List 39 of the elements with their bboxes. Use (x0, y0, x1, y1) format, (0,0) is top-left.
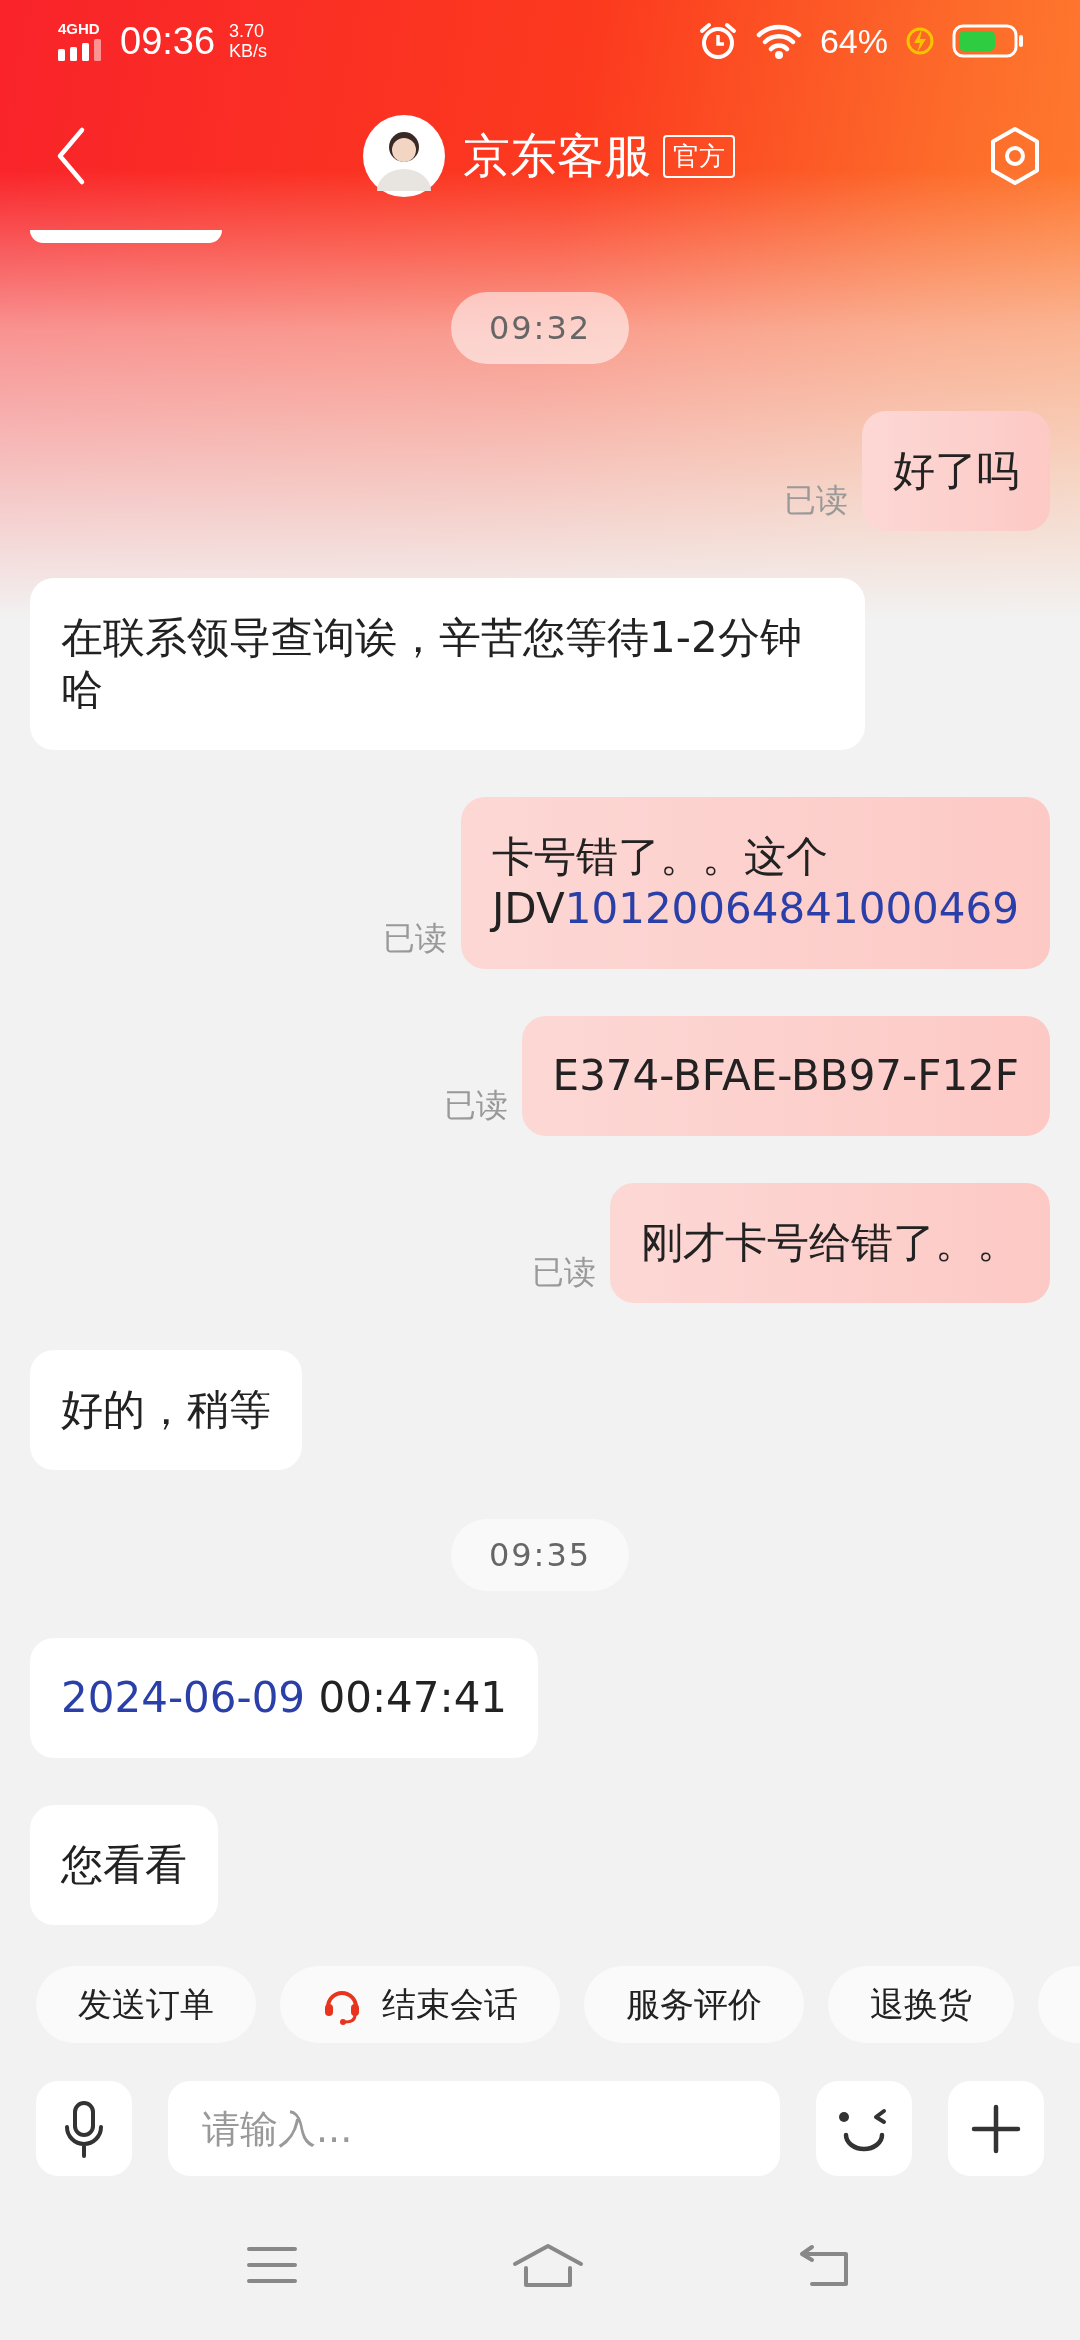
message-bubble: 好了吗 (862, 411, 1050, 531)
menu-icon[interactable] (246, 2245, 298, 2285)
read-receipt: 已读 (532, 1252, 596, 1293)
network-speed: 3.70 (229, 21, 266, 41)
home-icon[interactable] (512, 2242, 584, 2288)
chat-title: 京东客服 (463, 126, 651, 185)
quick-reply-chip[interactable]: 服务评价 (584, 1966, 804, 2043)
quick-reply-chip[interactable]: 发送订单 (36, 1966, 256, 2043)
message-bubble: 卡号错了。。这个 JDV10120064841000469 (461, 797, 1050, 969)
message-bubble: 您看看 (30, 1805, 218, 1925)
message-bubble: 刚才卡号给错了。。 (610, 1183, 1050, 1303)
plus-icon[interactable] (971, 2103, 1021, 2154)
voice-button[interactable] (36, 2081, 132, 2176)
emoji-button[interactable] (816, 2081, 912, 2176)
timestamp: 09:32 (450, 292, 630, 364)
avatar-icon (363, 115, 445, 197)
message-bubble: 好的，稍等 (30, 1350, 302, 1470)
speed-unit: KB/s (229, 41, 268, 61)
message-bubble: E374-BFAE-BB97-F12F (521, 1016, 1050, 1136)
battery-percent: 64% (819, 21, 888, 61)
quick-reply-chip[interactable]: 退换货 (828, 1966, 1014, 2043)
quick-reply-chip[interactable]: 结束会话 (280, 1966, 560, 2043)
timestamp: 09:35 (450, 1519, 630, 1591)
wifi-icon (755, 22, 802, 60)
read-receipt: 已读 (443, 1085, 508, 1126)
battery-icon (952, 24, 1024, 58)
message-bubble: 在联系领导查询诶，辛苦您等待1-2分钟哈 (30, 578, 865, 750)
official-badge: 官方 (663, 134, 735, 178)
alarm-icon (697, 21, 738, 61)
network-label: 4GHD (58, 21, 100, 37)
read-receipt: 已读 (383, 918, 447, 959)
link[interactable]: 2024-06-09 (61, 1673, 306, 1722)
clock-time: 09:36 (120, 19, 216, 63)
message-bubble: 2024-06-09 00:47:41 (30, 1638, 539, 1758)
link[interactable]: 10120064841000469 (564, 884, 1019, 933)
more-button[interactable] (948, 2081, 1044, 2176)
message-input[interactable]: 请输入... (168, 2081, 780, 2176)
mic-icon[interactable] (64, 2099, 104, 2158)
read-receipt: 已读 (784, 480, 848, 521)
